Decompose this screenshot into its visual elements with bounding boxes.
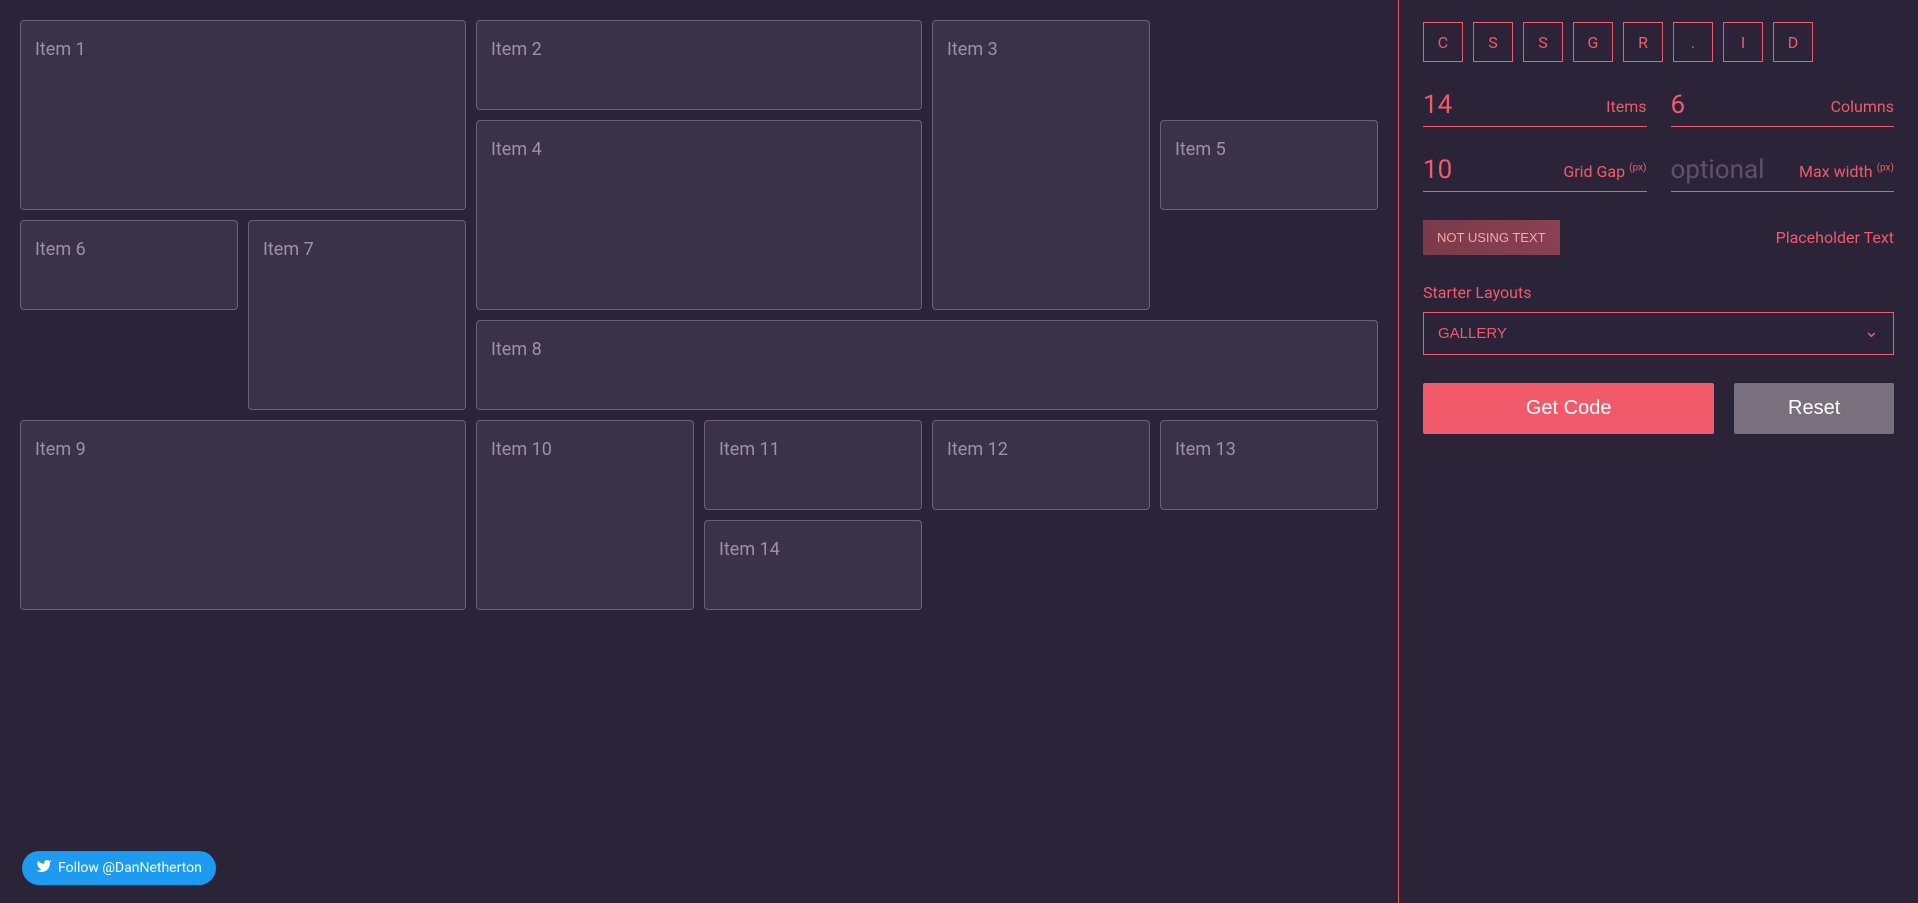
items-label: Items: [1606, 97, 1646, 116]
grid-item[interactable]: Item 11: [704, 420, 922, 510]
grid-item[interactable]: Item 3: [932, 20, 1150, 310]
grid-item[interactable]: Item 8: [476, 320, 1378, 410]
grid-item[interactable]: Item 2: [476, 20, 922, 110]
twitter-follow-button[interactable]: Follow @DanNetherton: [22, 851, 216, 885]
starter-layouts-label: Starter Layouts: [1423, 283, 1894, 302]
grid-item[interactable]: Item 9: [20, 420, 466, 610]
logo-letter: .: [1673, 22, 1713, 62]
max-width-label: Max width (px): [1799, 162, 1894, 181]
grid-item[interactable]: Item 4: [476, 120, 922, 310]
grid-item[interactable]: Item 1: [20, 20, 466, 210]
logo-letter: G: [1573, 22, 1613, 62]
grid-item[interactable]: Item 14: [704, 520, 922, 610]
grid-item[interactable]: Item 10: [476, 420, 694, 610]
grid-item[interactable]: Item 6: [20, 220, 238, 310]
get-code-button[interactable]: Get Code: [1423, 383, 1714, 434]
grid-gap-label: Grid Gap (px): [1563, 162, 1646, 181]
items-input-group: Items: [1423, 90, 1647, 127]
placeholder-text-label: Placeholder Text: [1776, 228, 1894, 247]
logo-letter: C: [1423, 22, 1463, 62]
reset-button[interactable]: Reset: [1734, 383, 1894, 434]
grid-item[interactable]: Item 5: [1160, 120, 1378, 210]
grid-item[interactable]: Item 13: [1160, 420, 1378, 510]
starter-layout-select-wrap: GALLERY: [1423, 312, 1894, 355]
columns-label: Columns: [1831, 97, 1894, 116]
grid-canvas: Item 1 Item 2 Item 3 Item 4 Item 5 Item …: [0, 0, 1398, 903]
grid-gap-input-group: Grid Gap (px): [1423, 155, 1647, 192]
logo-letter: S: [1473, 22, 1513, 62]
grid-item[interactable]: Item 12: [932, 420, 1150, 510]
max-width-input-group: Max width (px): [1671, 155, 1895, 192]
twitter-follow-label: Follow @DanNetherton: [58, 860, 202, 876]
logo-letter: I: [1723, 22, 1763, 62]
logo-letter: D: [1773, 22, 1813, 62]
grid-container: Item 1 Item 2 Item 3 Item 4 Item 5 Item …: [20, 20, 1378, 610]
placeholder-toggle-button[interactable]: NOT USING TEXT: [1423, 220, 1560, 255]
logo: C S S G R . I D: [1423, 22, 1894, 62]
logo-letter: R: [1623, 22, 1663, 62]
starter-layout-select[interactable]: GALLERY: [1424, 313, 1893, 354]
logo-letter: S: [1523, 22, 1563, 62]
grid-item[interactable]: Item 7: [248, 220, 466, 410]
columns-input-group: Columns: [1671, 90, 1895, 127]
sidebar: C S S G R . I D Items Columns Grid Gap (…: [1398, 0, 1918, 903]
twitter-icon: [36, 858, 52, 878]
